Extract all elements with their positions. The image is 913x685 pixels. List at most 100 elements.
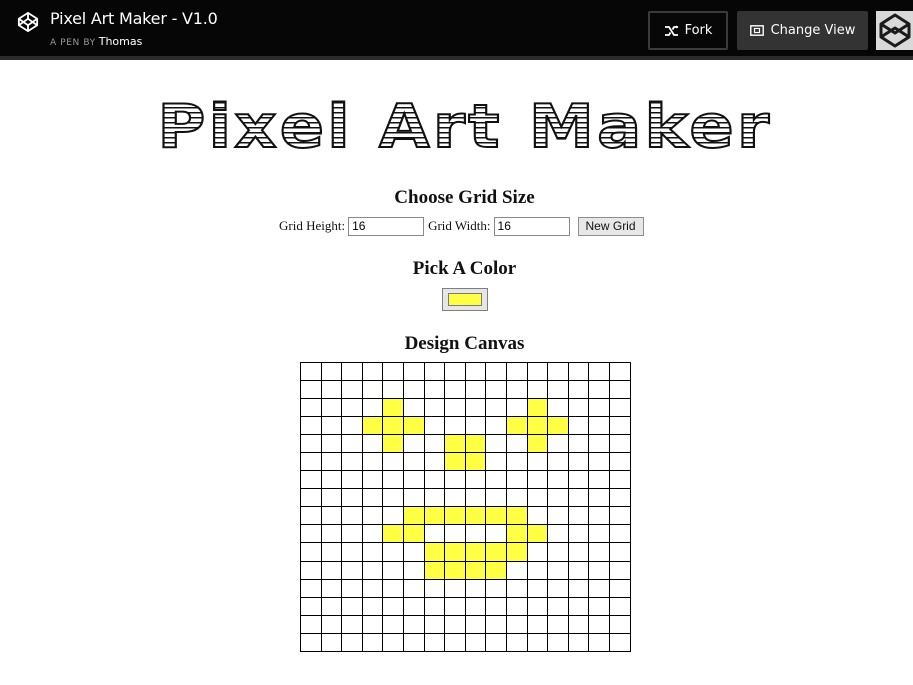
canvas-cell[interactable] <box>300 488 322 508</box>
canvas-cell[interactable] <box>361 452 384 472</box>
canvas-cell[interactable] <box>423 596 446 616</box>
canvas-cell[interactable] <box>464 560 487 580</box>
canvas-cell[interactable] <box>361 632 384 652</box>
canvas-cell[interactable] <box>444 470 466 490</box>
canvas-cell[interactable] <box>505 578 528 598</box>
canvas-cell[interactable] <box>361 470 384 490</box>
canvas-cell[interactable] <box>608 452 631 472</box>
canvas-cell[interactable] <box>464 488 487 508</box>
canvas-cell[interactable] <box>444 632 466 652</box>
canvas-cell[interactable] <box>608 524 631 544</box>
canvas-cell[interactable] <box>361 596 384 616</box>
canvas-cell[interactable] <box>423 506 446 526</box>
canvas-cell[interactable] <box>526 614 549 634</box>
canvas-cell[interactable] <box>485 632 507 652</box>
canvas-cell[interactable] <box>361 614 384 634</box>
canvas-cell[interactable] <box>300 506 322 526</box>
canvas-cell[interactable] <box>320 416 343 436</box>
canvas-cell[interactable] <box>382 470 404 490</box>
canvas-cell[interactable] <box>505 398 528 418</box>
canvas-cell[interactable] <box>485 470 507 490</box>
canvas-cell[interactable] <box>588 434 610 454</box>
canvas-cell[interactable] <box>300 380 322 400</box>
canvas-cell[interactable] <box>464 416 487 436</box>
canvas-cell[interactable] <box>608 380 631 400</box>
canvas-cell[interactable] <box>547 596 569 616</box>
canvas-cell[interactable] <box>547 578 569 598</box>
canvas-cell[interactable] <box>567 361 590 382</box>
canvas-cell[interactable] <box>547 452 569 472</box>
canvas-cell[interactable] <box>608 488 631 508</box>
canvas-cell[interactable] <box>300 578 322 598</box>
canvas-cell[interactable] <box>588 361 610 382</box>
canvas-cell[interactable] <box>547 416 569 436</box>
canvas-cell[interactable] <box>341 596 363 616</box>
canvas-cell[interactable] <box>567 398 590 418</box>
canvas-cell[interactable] <box>526 578 549 598</box>
canvas-cell[interactable] <box>588 488 610 508</box>
canvas-cell[interactable] <box>485 434 507 454</box>
canvas-cell[interactable] <box>320 578 343 598</box>
canvas-cell[interactable] <box>464 452 487 472</box>
canvas-cell[interactable] <box>423 614 446 634</box>
canvas-cell[interactable] <box>464 524 487 544</box>
canvas-cell[interactable] <box>505 380 528 400</box>
canvas-cell[interactable] <box>341 470 363 490</box>
canvas-cell[interactable] <box>444 416 466 436</box>
canvas-cell[interactable] <box>608 614 631 634</box>
canvas-cell[interactable] <box>608 361 631 382</box>
canvas-cell[interactable] <box>382 560 404 580</box>
author-link[interactable]: Thomas <box>99 35 143 48</box>
canvas-cell[interactable] <box>608 506 631 526</box>
canvas-cell[interactable] <box>485 506 507 526</box>
canvas-cell[interactable] <box>526 380 549 400</box>
canvas-cell[interactable] <box>300 361 322 382</box>
canvas-cell[interactable] <box>608 578 631 598</box>
canvas-cell[interactable] <box>320 434 343 454</box>
canvas-cell[interactable] <box>444 488 466 508</box>
canvas-cell[interactable] <box>361 506 384 526</box>
canvas-cell[interactable] <box>444 506 466 526</box>
canvas-cell[interactable] <box>505 452 528 472</box>
canvas-cell[interactable] <box>608 416 631 436</box>
canvas-cell[interactable] <box>588 632 610 652</box>
canvas-cell[interactable] <box>444 614 466 634</box>
canvas-cell[interactable] <box>526 470 549 490</box>
canvas-cell[interactable] <box>341 361 363 382</box>
canvas-cell[interactable] <box>588 596 610 616</box>
canvas-cell[interactable] <box>464 470 487 490</box>
canvas-cell[interactable] <box>361 560 384 580</box>
canvas-cell[interactable] <box>361 524 384 544</box>
canvas-cell[interactable] <box>382 578 404 598</box>
canvas-cell[interactable] <box>526 416 549 436</box>
canvas-cell[interactable] <box>402 632 425 652</box>
canvas-cell[interactable] <box>423 416 446 436</box>
canvas-cell[interactable] <box>464 596 487 616</box>
canvas-cell[interactable] <box>402 434 425 454</box>
canvas-cell[interactable] <box>526 560 549 580</box>
canvas-cell[interactable] <box>320 470 343 490</box>
grid-width-input[interactable] <box>493 216 570 236</box>
canvas-cell[interactable] <box>526 524 549 544</box>
canvas-cell[interactable] <box>382 506 404 526</box>
canvas-cell[interactable] <box>505 361 528 382</box>
canvas-cell[interactable] <box>485 452 507 472</box>
canvas-cell[interactable] <box>423 380 446 400</box>
canvas-cell[interactable] <box>320 524 343 544</box>
canvas-cell[interactable] <box>464 380 487 400</box>
canvas-cell[interactable] <box>382 596 404 616</box>
canvas-cell[interactable] <box>567 380 590 400</box>
user-avatar[interactable] <box>876 11 913 50</box>
canvas-cell[interactable] <box>547 398 569 418</box>
fork-button[interactable]: Fork <box>648 11 728 50</box>
canvas-cell[interactable] <box>608 434 631 454</box>
canvas-cell[interactable] <box>300 398 322 418</box>
canvas-cell[interactable] <box>588 380 610 400</box>
canvas-cell[interactable] <box>608 470 631 490</box>
canvas-cell[interactable] <box>361 578 384 598</box>
canvas-cell[interactable] <box>423 470 446 490</box>
canvas-cell[interactable] <box>341 434 363 454</box>
canvas-cell[interactable] <box>320 614 343 634</box>
pen-title[interactable]: Pixel Art Maker - V1.0 <box>50 9 218 28</box>
canvas-cell[interactable] <box>526 632 549 652</box>
